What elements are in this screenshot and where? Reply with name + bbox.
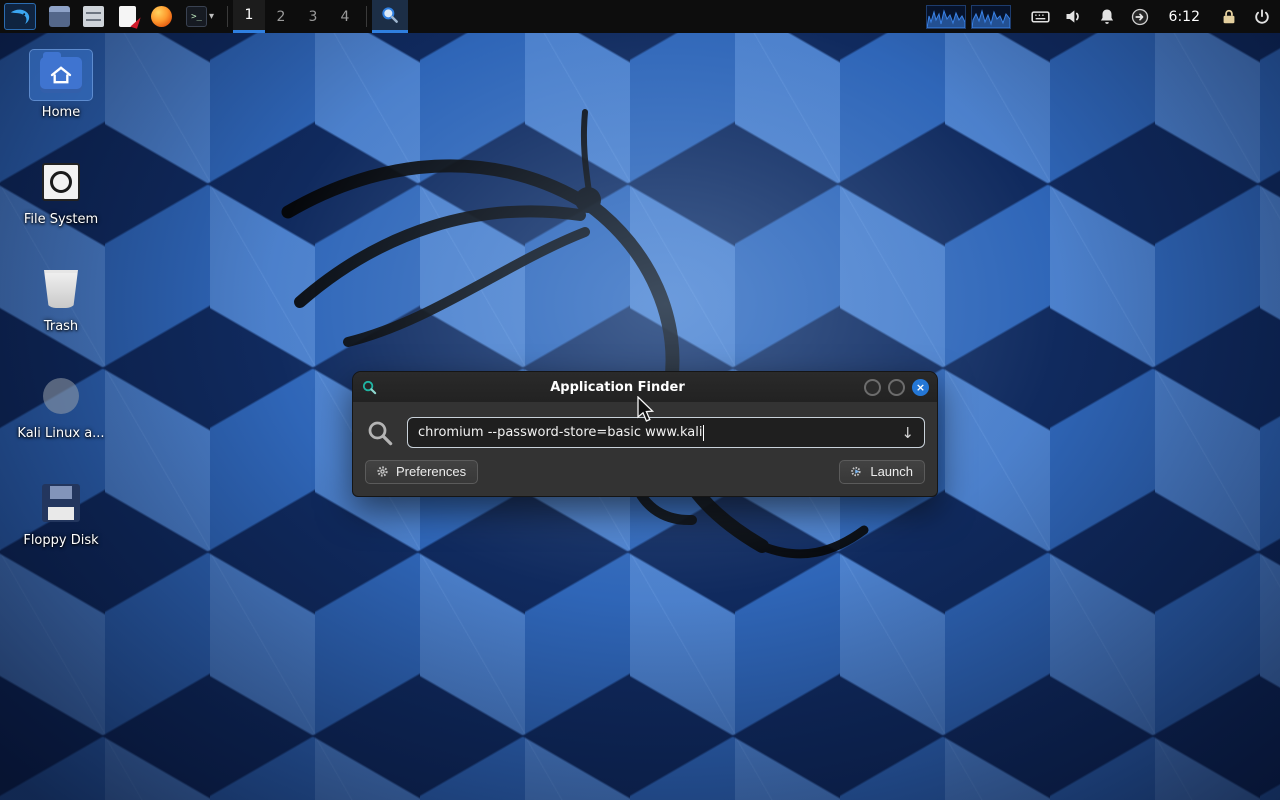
application-finder-icon [380,5,400,25]
mouse-cursor [635,396,655,424]
lock-screen-icon[interactable] [1217,5,1241,29]
firefox-icon [151,6,172,27]
kali-volume-icon-frame [30,371,92,421]
launch-button[interactable]: Launch [839,460,925,484]
workspace-label: 1 [245,7,254,23]
system-tray: 6:12 [1029,0,1274,33]
file-system-drive-icon [42,163,80,201]
terminal-prompt-glyph: >_ [191,12,202,22]
kali-dragon-logo [230,90,930,570]
workspace-2-button[interactable]: 2 [265,0,297,33]
top-panel: >_ ▾ 1 2 3 4 [0,0,1280,33]
search-input[interactable]: chromium --password-store=basic www.kali… [407,417,925,448]
desktop-icon-trash[interactable]: Trash [8,264,114,371]
desktop-icon-file-system[interactable]: File System [8,157,114,264]
desktop-icon-kali-volume[interactable]: Kali Linux a... [8,371,114,478]
close-button[interactable]: × [912,379,929,396]
search-icon [365,418,395,448]
file-system-icon-frame [30,157,92,207]
taskbar-application-finder-button[interactable] [372,0,408,33]
panel-left-group: >_ ▾ 1 2 3 4 [4,0,408,33]
kali-logo-icon [9,6,31,28]
history-dropdown-icon[interactable]: ↓ [899,424,916,442]
panel-separator [366,6,367,27]
desktop-icon-label: Kali Linux a... [17,426,104,441]
preferences-button[interactable]: Preferences [365,460,478,484]
workspace-label: 4 [341,9,350,25]
system-monitor-graph[interactable] [926,5,966,29]
desktop-icon-label: Floppy Disk [23,533,98,548]
desktop-icon-label: Home [42,105,80,120]
launcher-file-manager-button[interactable] [76,0,110,33]
panel-separator [227,6,228,27]
desktop-icon-label: Trash [44,319,78,334]
workspace-label: 2 [277,9,286,25]
text-editor-icon [119,6,136,27]
home-icon-frame [30,50,92,100]
trash-can-icon [44,270,78,308]
maximize-button[interactable] [888,379,905,396]
launcher-terminal-button[interactable]: >_ ▾ [178,0,222,33]
button-row: Preferences Launch [365,460,925,484]
launch-icon [849,464,864,479]
floppy-icon-frame [30,478,92,528]
search-input-value: chromium --password-store=basic www.kali [418,425,702,440]
window-titlebar-app-icon [361,379,378,396]
workspace-1-button[interactable]: 1 [233,0,265,33]
floppy-disk-icon [42,484,80,522]
desktop-icon-floppy[interactable]: Floppy Disk [8,478,114,585]
terminal-icon: >_ [186,6,207,27]
logout-power-icon[interactable] [1250,5,1274,29]
chevron-down-icon[interactable]: ▾ [209,11,214,22]
desktop-icon-home[interactable]: Home [8,50,114,157]
preferences-label: Preferences [396,464,466,479]
dragon-head [575,187,601,213]
launch-label: Launch [870,464,913,479]
update-status-icon[interactable] [1128,5,1152,29]
volume-icon[interactable] [1062,5,1086,29]
keyboard-layout-icon[interactable] [1029,5,1053,29]
workspace-4-button[interactable]: 4 [329,0,361,33]
trash-icon-frame [30,264,92,314]
workspace-label: 3 [309,9,318,25]
desktop-icon-label: File System [24,212,98,227]
desktop-root: >_ ▾ 1 2 3 4 [0,0,1280,800]
clock[interactable]: 6:12 [1161,9,1208,25]
application-finder-window: Application Finder × chromium --password… [352,371,938,497]
file-manager-icon [83,6,104,27]
launcher-firefox-button[interactable] [144,0,178,33]
notifications-bell-icon[interactable] [1095,5,1119,29]
gear-icon [375,464,390,479]
minimize-button[interactable] [864,379,881,396]
workspace-3-button[interactable]: 3 [297,0,329,33]
applications-menu-button[interactable] [4,3,36,30]
window-icon [49,6,70,27]
close-icon: × [916,382,925,393]
window-title: Application Finder [378,380,857,395]
desktop-icon-list: Home File System Trash Kali Linux a... F [8,50,114,585]
text-caret [703,425,704,441]
launcher-window-button[interactable] [42,0,76,33]
launcher-text-editor-button[interactable] [110,0,144,33]
panel-spacer [408,0,926,33]
kali-volume-icon [43,378,79,414]
system-monitor-graphs[interactable] [926,0,1011,33]
home-folder-icon [40,57,82,93]
system-monitor-graph[interactable] [971,5,1011,29]
